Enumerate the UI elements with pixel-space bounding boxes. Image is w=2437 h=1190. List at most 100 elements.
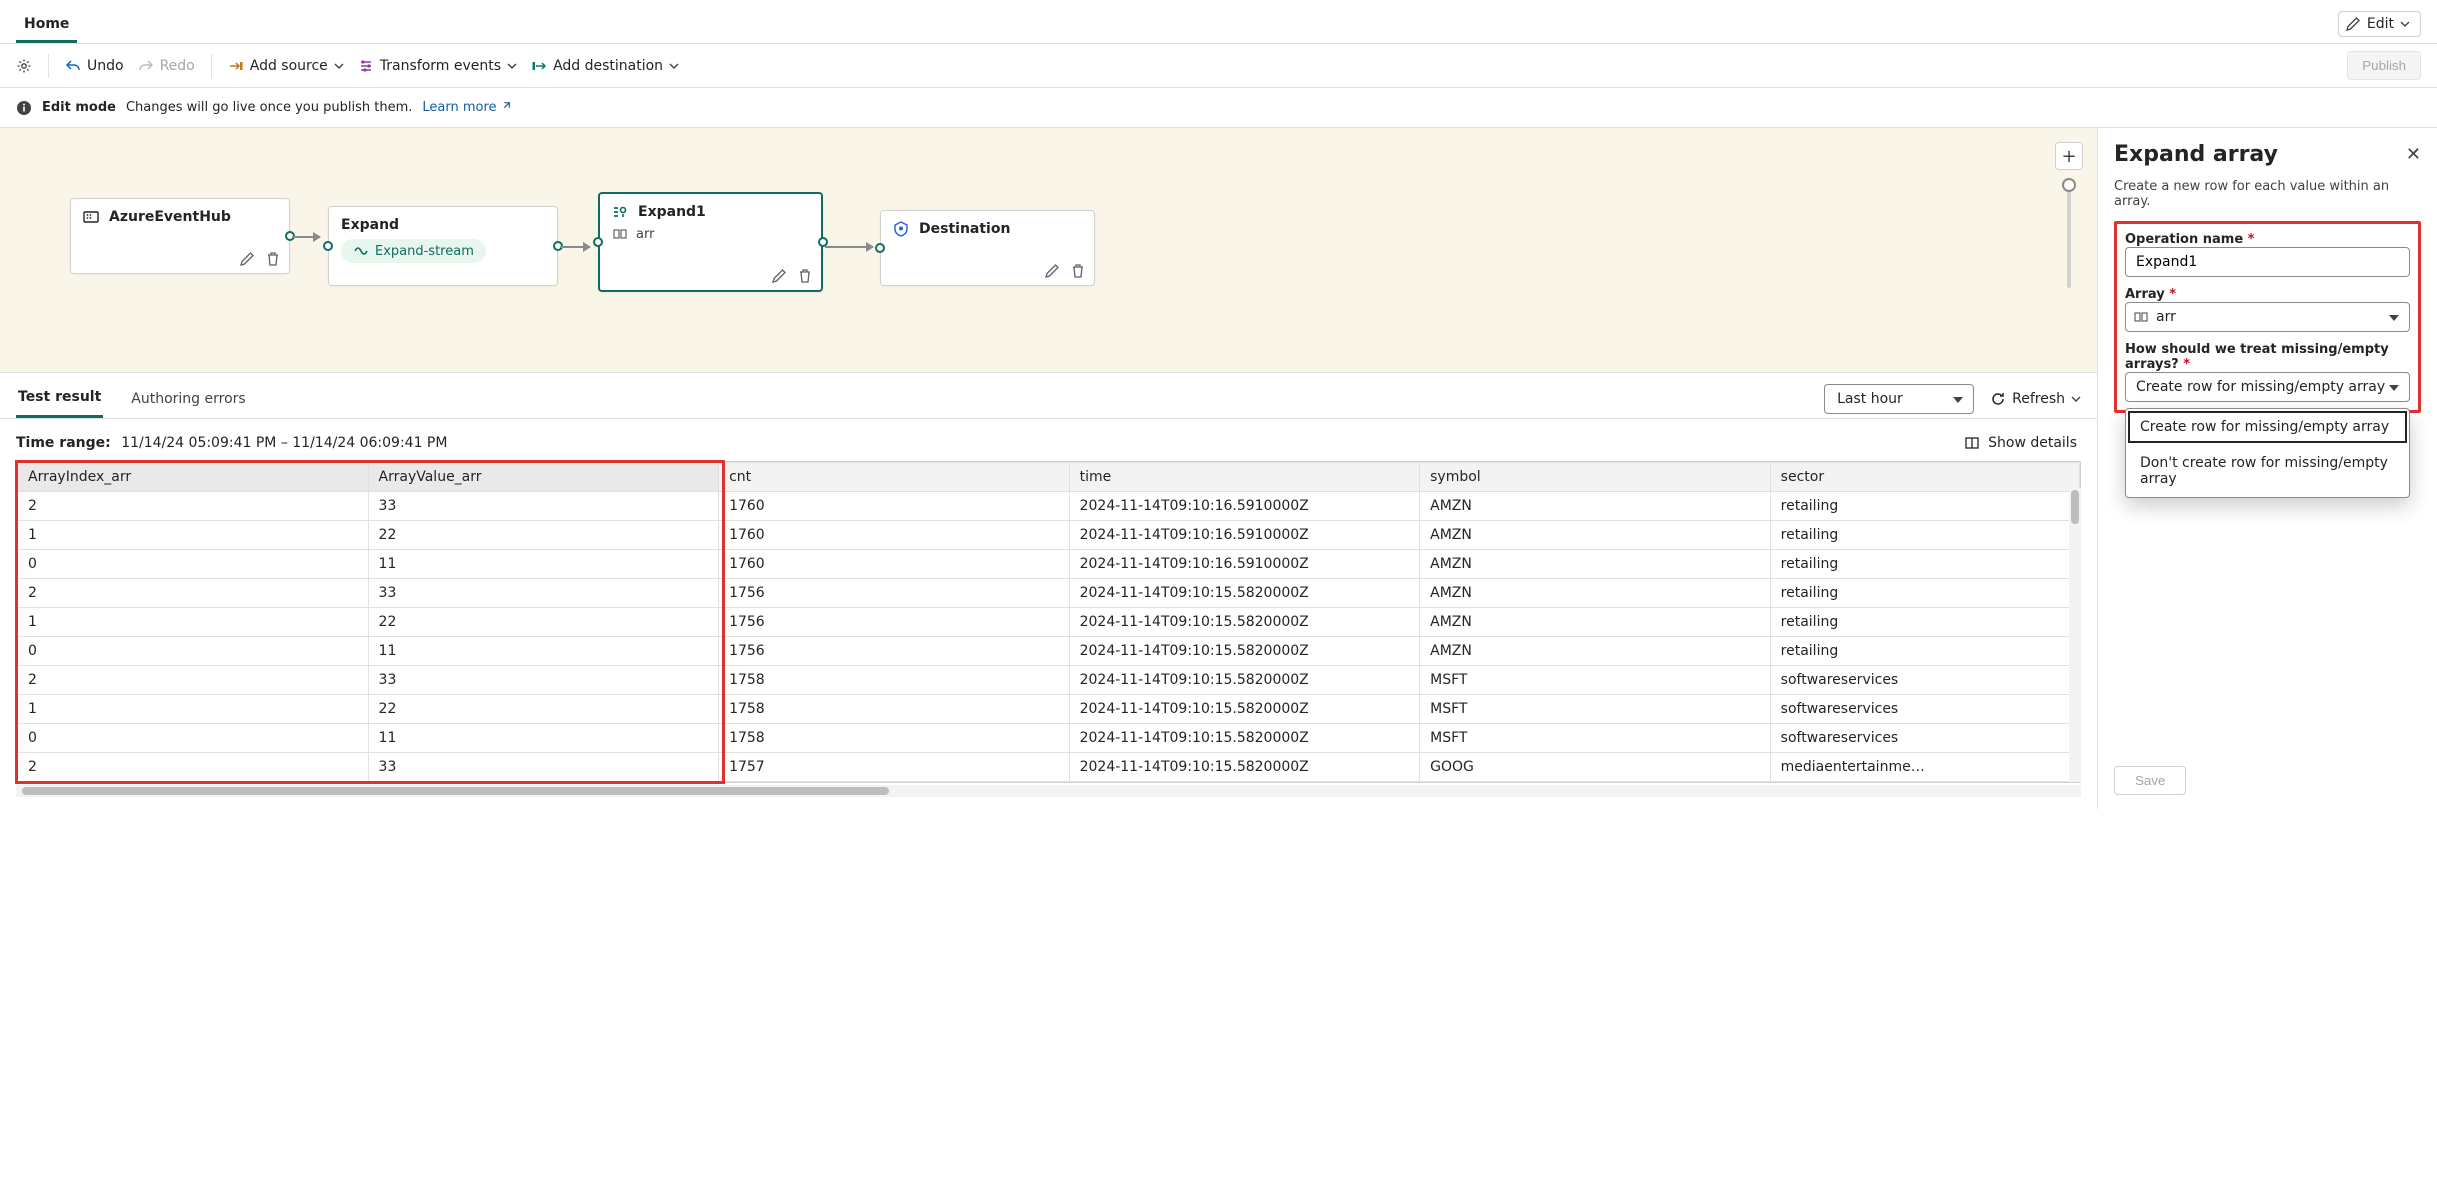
show-details-button[interactable]: Show details (1964, 435, 2077, 451)
pencil-icon[interactable] (1044, 263, 1060, 279)
op-name-input[interactable] (2125, 247, 2410, 277)
missing-label: How should we treat missing/empty arrays… (2125, 342, 2410, 372)
time-range-label: Time range: (16, 435, 111, 451)
zoom-add-button[interactable]: + (2055, 142, 2083, 170)
table-row[interactable]: 23317562024-11-14T09:10:15.5820000ZAMZNr… (18, 579, 2080, 608)
node-expand1-sub: arr (636, 227, 654, 242)
array-label: Array (2125, 287, 2410, 302)
table-row[interactable]: 23317602024-11-14T09:10:16.5910000ZAMZNr… (18, 492, 2080, 521)
horizontal-scrollbar[interactable] (16, 785, 2081, 797)
missing-option-create[interactable]: Create row for missing/empty array (2126, 409, 2409, 445)
transform-label: Transform events (380, 58, 501, 74)
redo-icon (138, 58, 154, 74)
node-expand1[interactable]: Expand1 arr (598, 192, 823, 292)
refresh-button[interactable]: Refresh (1990, 391, 2081, 407)
add-source-label: Add source (250, 58, 328, 74)
pencil-icon[interactable] (771, 268, 787, 284)
array-icon (612, 226, 628, 242)
node-expand-title: Expand (341, 217, 399, 233)
stream-icon (353, 243, 369, 259)
add-destination-label: Add destination (553, 58, 663, 74)
col-sector[interactable]: sector (1770, 463, 2079, 492)
table-row[interactable]: 12217562024-11-14T09:10:15.5820000ZAMZNr… (18, 608, 2080, 637)
table-row[interactable]: 01117582024-11-14T09:10:15.5820000ZMSFTs… (18, 724, 2080, 753)
result-grid: ArrayIndex_arrArrayValue_arrcnttimesymbo… (16, 461, 2081, 783)
refresh-icon (1990, 391, 2006, 407)
undo-label: Undo (87, 58, 124, 74)
node-destination[interactable]: Destination (880, 210, 1095, 286)
node-source-title: AzureEventHub (109, 209, 231, 225)
trash-icon[interactable] (1070, 263, 1086, 279)
side-desc: Create a new row for each value within a… (2114, 179, 2421, 209)
pencil-icon (2345, 16, 2361, 32)
gear-icon[interactable] (16, 58, 32, 74)
chevron-down-icon (2400, 19, 2410, 29)
transform-icon (358, 58, 374, 74)
open-link-icon (501, 101, 511, 111)
side-panel: Expand array ✕ Create a new row for each… (2097, 128, 2437, 809)
edit-label: Edit (2367, 16, 2394, 32)
expand-stream-pill: Expand-stream (341, 239, 486, 263)
details-icon (1964, 435, 1980, 451)
trash-icon[interactable] (797, 268, 813, 284)
col-ArrayIndex_arr[interactable]: ArrayIndex_arr (18, 463, 369, 492)
op-name-label: Operation name (2125, 232, 2410, 247)
edit-mode-label: Edit mode (42, 100, 116, 115)
missing-dropdown[interactable]: Create row for missing/empty array (2125, 372, 2410, 402)
table-row[interactable]: 23317572024-11-14T09:10:15.5820000ZGOOGm… (18, 753, 2080, 782)
table-row[interactable]: 01117562024-11-14T09:10:15.5820000ZAMZNr… (18, 637, 2080, 666)
add-destination-button[interactable]: Add destination (531, 58, 679, 74)
zoom-slider[interactable] (2067, 178, 2071, 288)
vertical-scrollbar[interactable] (2069, 488, 2081, 782)
node-source[interactable]: AzureEventHub (70, 198, 290, 274)
undo-icon (65, 58, 81, 74)
close-icon[interactable]: ✕ (2406, 144, 2421, 165)
time-range-value: 11/14/24 05:09:41 PM – 11/14/24 06:09:41… (121, 435, 447, 451)
col-symbol[interactable]: symbol (1420, 463, 1771, 492)
divider (211, 54, 212, 78)
add-source-button[interactable]: Add source (228, 58, 344, 74)
expand-op-icon (612, 204, 628, 220)
tab-home[interactable]: Home (16, 6, 77, 43)
info-icon (16, 100, 32, 116)
chevron-down-icon (2071, 394, 2081, 404)
learn-more-link[interactable]: Learn more (422, 100, 510, 115)
refresh-label: Refresh (2012, 391, 2065, 407)
divider (48, 54, 49, 78)
chevron-down-icon (507, 61, 517, 71)
col-cnt[interactable]: cnt (719, 463, 1070, 492)
redo-label: Redo (160, 58, 195, 74)
table-row[interactable]: 12217602024-11-14T09:10:16.5910000ZAMZNr… (18, 521, 2080, 550)
node-expand1-title: Expand1 (638, 204, 706, 220)
publish-button: Publish (2347, 51, 2421, 80)
destination-icon (893, 221, 909, 237)
table-row[interactable]: 23317582024-11-14T09:10:15.5820000ZMSFTs… (18, 666, 2080, 695)
missing-dropdown-menu: Create row for missing/empty array Don't… (2125, 408, 2410, 498)
edit-button[interactable]: Edit (2338, 11, 2421, 37)
table-row[interactable]: 01117602024-11-14T09:10:16.5910000ZAMZNr… (18, 550, 2080, 579)
array-dropdown[interactable]: arr (2125, 302, 2410, 332)
chevron-down-icon (334, 61, 344, 71)
tab-authoring-errors[interactable]: Authoring errors (129, 381, 247, 417)
chevron-down-icon (669, 61, 679, 71)
redo-button: Redo (138, 58, 195, 74)
time-range-dropdown[interactable]: Last hour (1824, 384, 1974, 414)
tab-test-result[interactable]: Test result (16, 379, 103, 418)
side-title: Expand array (2114, 142, 2278, 167)
transform-events-button[interactable]: Transform events (358, 58, 517, 74)
node-expand[interactable]: Expand Expand-stream (328, 206, 558, 286)
eventhub-icon (83, 209, 99, 225)
table-row[interactable]: 12217582024-11-14T09:10:15.5820000ZMSFTs… (18, 695, 2080, 724)
add-source-icon (228, 58, 244, 74)
add-destination-icon (531, 58, 547, 74)
show-details-label: Show details (1988, 435, 2077, 451)
col-ArrayValue_arr[interactable]: ArrayValue_arr (368, 463, 719, 492)
missing-option-dont-create[interactable]: Don't create row for missing/empty array (2126, 445, 2409, 497)
pencil-icon[interactable] (239, 251, 255, 267)
save-button: Save (2114, 766, 2186, 795)
col-time[interactable]: time (1069, 463, 1420, 492)
node-destination-title: Destination (919, 221, 1010, 237)
undo-button[interactable]: Undo (65, 58, 124, 74)
edit-mode-msg: Changes will go live once you publish th… (126, 100, 412, 115)
trash-icon[interactable] (265, 251, 281, 267)
